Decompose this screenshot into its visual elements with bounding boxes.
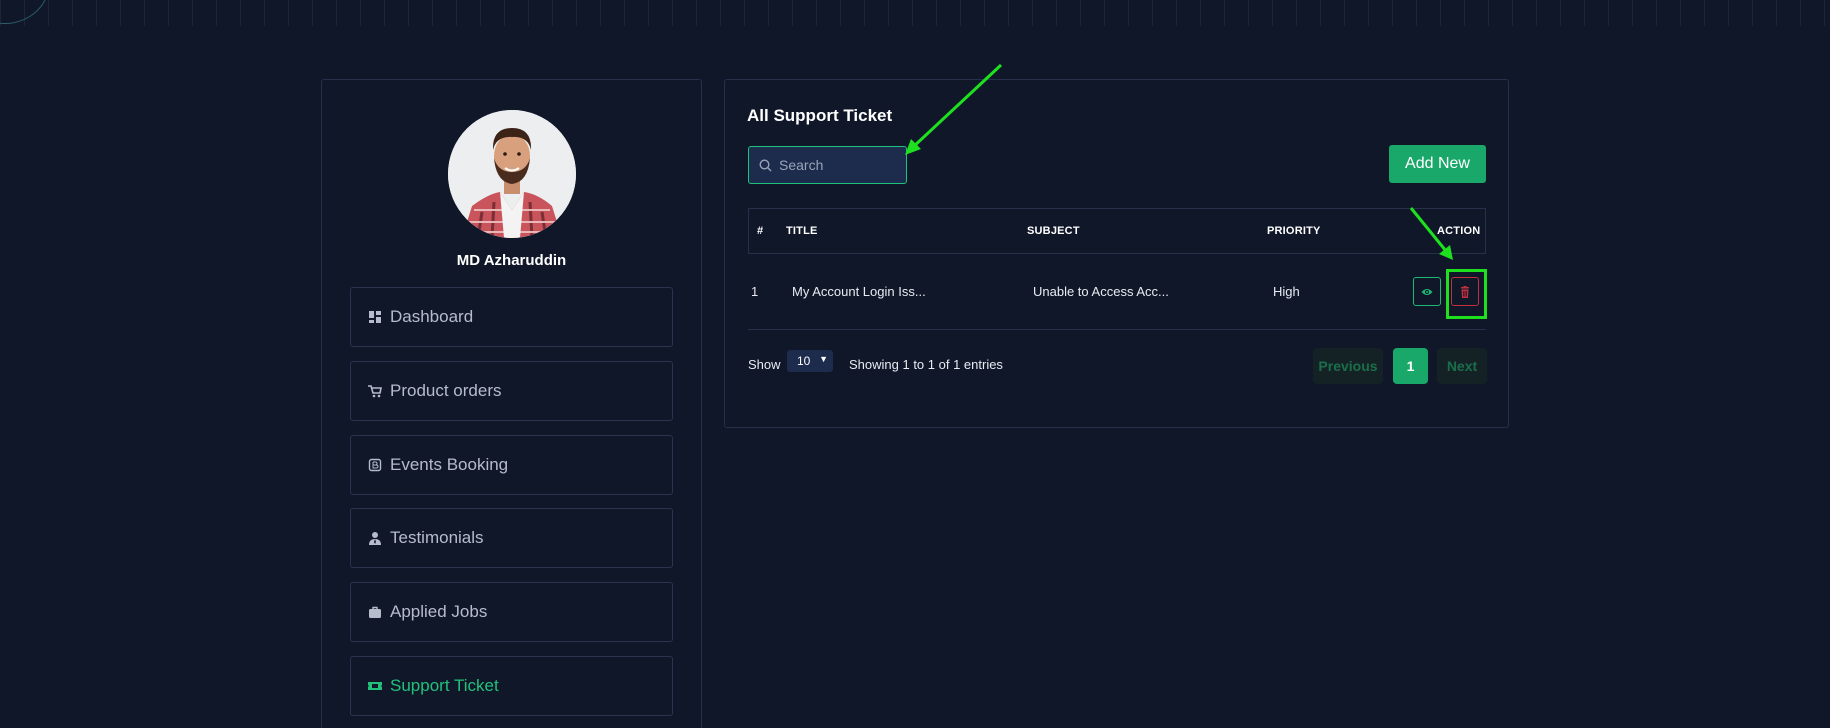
sidebar-item-label: Applied Jobs [390, 602, 488, 621]
table-row: 1 My Account Login Iss... Unable to Acce… [748, 255, 1487, 330]
sidebar-item-product-orders[interactable]: Product orders [350, 361, 673, 421]
column-header-priority: PRIORITY [1267, 225, 1321, 237]
ticket-icon [368, 679, 382, 693]
sidebar-item-applied-jobs[interactable]: Applied Jobs [350, 582, 673, 642]
sidebar-item-label: Testimonials [390, 528, 484, 547]
sidebar-item-label: Events Booking [390, 455, 509, 474]
sidebar-item-support-ticket[interactable]: Support Ticket [350, 656, 673, 716]
column-header-action: ACTION [1437, 225, 1481, 237]
show-label: Show [748, 357, 781, 372]
ticket-subject: Unable to Access Acc... [1033, 284, 1169, 299]
column-header-number: # [757, 225, 764, 237]
user-tie-icon [368, 531, 382, 545]
sidebar-item-label: Dashboard [390, 307, 474, 326]
ticket-number: 1 [751, 284, 759, 299]
page-title: All Support Ticket [747, 106, 893, 125]
chevron-down-icon: ▼ [819, 354, 828, 364]
sidebar-item-label: Support Ticket [390, 676, 499, 695]
sidebar-item-label: Product orders [390, 381, 502, 400]
pagination-next[interactable]: Next [1437, 348, 1487, 384]
page-size-value: 10 [797, 354, 811, 368]
search-icon [759, 158, 772, 171]
cart-icon [368, 384, 382, 398]
ticket-priority: High [1273, 284, 1300, 299]
column-header-title: TITLE [786, 225, 818, 237]
annotation-highlight-box [1446, 269, 1487, 319]
support-ticket-card: All Support Ticket Add New # TITLE SUBJE… [724, 79, 1509, 428]
sidebar-item-testimonials[interactable]: Testimonials [350, 508, 673, 568]
booking-icon [368, 458, 382, 472]
profile-sidebar: MD Azharuddin Dashboard Product orders E… [321, 79, 702, 728]
ticket-title: My Account Login Iss... [792, 284, 926, 299]
avatar-image [448, 110, 576, 238]
page-size-select[interactable]: 10 ▼ [787, 350, 833, 372]
table-header: # TITLE SUBJECT PRIORITY ACTION [748, 208, 1486, 254]
pagination-previous[interactable]: Previous [1313, 348, 1383, 384]
entries-info: Showing 1 to 1 of 1 entries [849, 357, 1003, 372]
dashboard-icon [368, 310, 382, 324]
add-new-button[interactable]: Add New [1389, 145, 1486, 183]
eye-icon [1421, 288, 1433, 295]
pagination-page-1[interactable]: 1 [1393, 348, 1428, 384]
top-decoration [0, 0, 1830, 26]
briefcase-icon [368, 605, 382, 619]
avatar [448, 110, 576, 238]
column-header-subject: SUBJECT [1027, 225, 1080, 237]
search-box[interactable] [748, 146, 907, 184]
user-name: MD Azharuddin [456, 252, 567, 269]
search-input[interactable] [779, 157, 899, 173]
view-ticket-button[interactable] [1413, 277, 1441, 306]
sidebar-item-events-booking[interactable]: Events Booking [350, 435, 673, 495]
sidebar-item-dashboard[interactable]: Dashboard [350, 287, 673, 347]
